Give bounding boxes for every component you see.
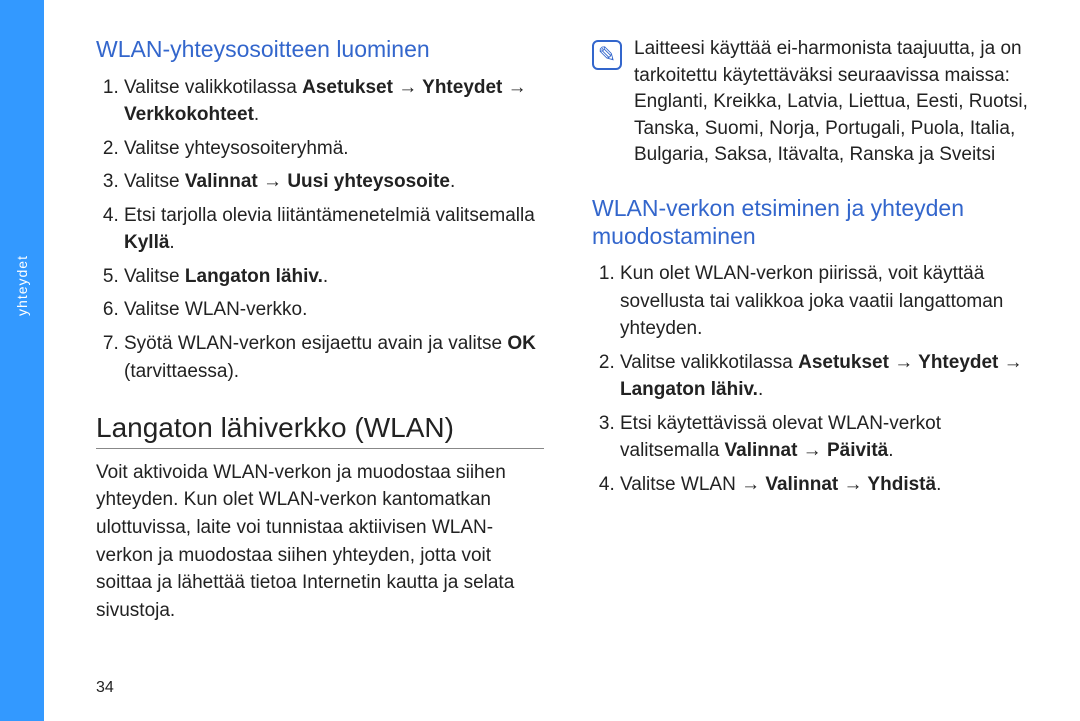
note-icon: ✎ — [592, 40, 622, 70]
list-item: Valitse WLAN-verkko. — [124, 296, 544, 324]
note-box: ✎ Laitteesi käyttää ei-harmonista taajuu… — [592, 36, 1040, 169]
steps-create-ap: Valitse valikkotilassa Asetukset → Yhtey… — [96, 74, 544, 385]
list-item: Etsi käytettävissä olevat WLAN-verkot va… — [620, 410, 1040, 465]
list-item: Valitse yhteysosoiteryhmä. — [124, 135, 544, 163]
heading-wlan-section: Langaton lähiverkko (WLAN) — [96, 413, 544, 449]
list-item: Valitse WLAN → Valinnat → Yhdistä. — [620, 471, 1040, 499]
heading-wlan-search-connect: WLAN-verkon etsiminen ja yhteyden muodos… — [592, 195, 1040, 250]
page-number: 34 — [96, 679, 114, 697]
right-column: ✎ Laitteesi käyttää ei-harmonista taajuu… — [592, 36, 1040, 624]
list-item: Valitse Langaton lähiv.. — [124, 263, 544, 291]
chapter-tab: yhteydet — [0, 0, 44, 721]
heading-wlan-create-ap: WLAN-yhteysosoitteen luominen — [96, 36, 544, 64]
list-item: Valitse Valinnat → Uusi yhteysosoite. — [124, 168, 544, 196]
list-item: Valitse valikkotilassa Asetukset → Yhtey… — [620, 349, 1040, 404]
steps-search-connect: Kun olet WLAN-verkon piirissä, voit käyt… — [592, 260, 1040, 498]
note-text: Laitteesi käyttää ei-harmonista taajuutt… — [634, 36, 1040, 169]
left-column: WLAN-yhteysosoitteen luominen Valitse va… — [96, 36, 544, 624]
chapter-tab-label: yhteydet — [14, 255, 30, 316]
wlan-intro-paragraph: Voit aktivoida WLAN-verkon ja muodostaa … — [96, 459, 544, 624]
list-item: Valitse valikkotilassa Asetukset → Yhtey… — [124, 74, 544, 129]
page-content: WLAN-yhteysosoitteen luominen Valitse va… — [44, 0, 1080, 721]
list-item: Kun olet WLAN-verkon piirissä, voit käyt… — [620, 260, 1040, 343]
list-item: Etsi tarjolla olevia liitäntämenetelmiä … — [124, 202, 544, 257]
pencil-icon: ✎ — [598, 42, 616, 68]
list-item: Syötä WLAN-verkon esijaettu avain ja val… — [124, 330, 544, 385]
